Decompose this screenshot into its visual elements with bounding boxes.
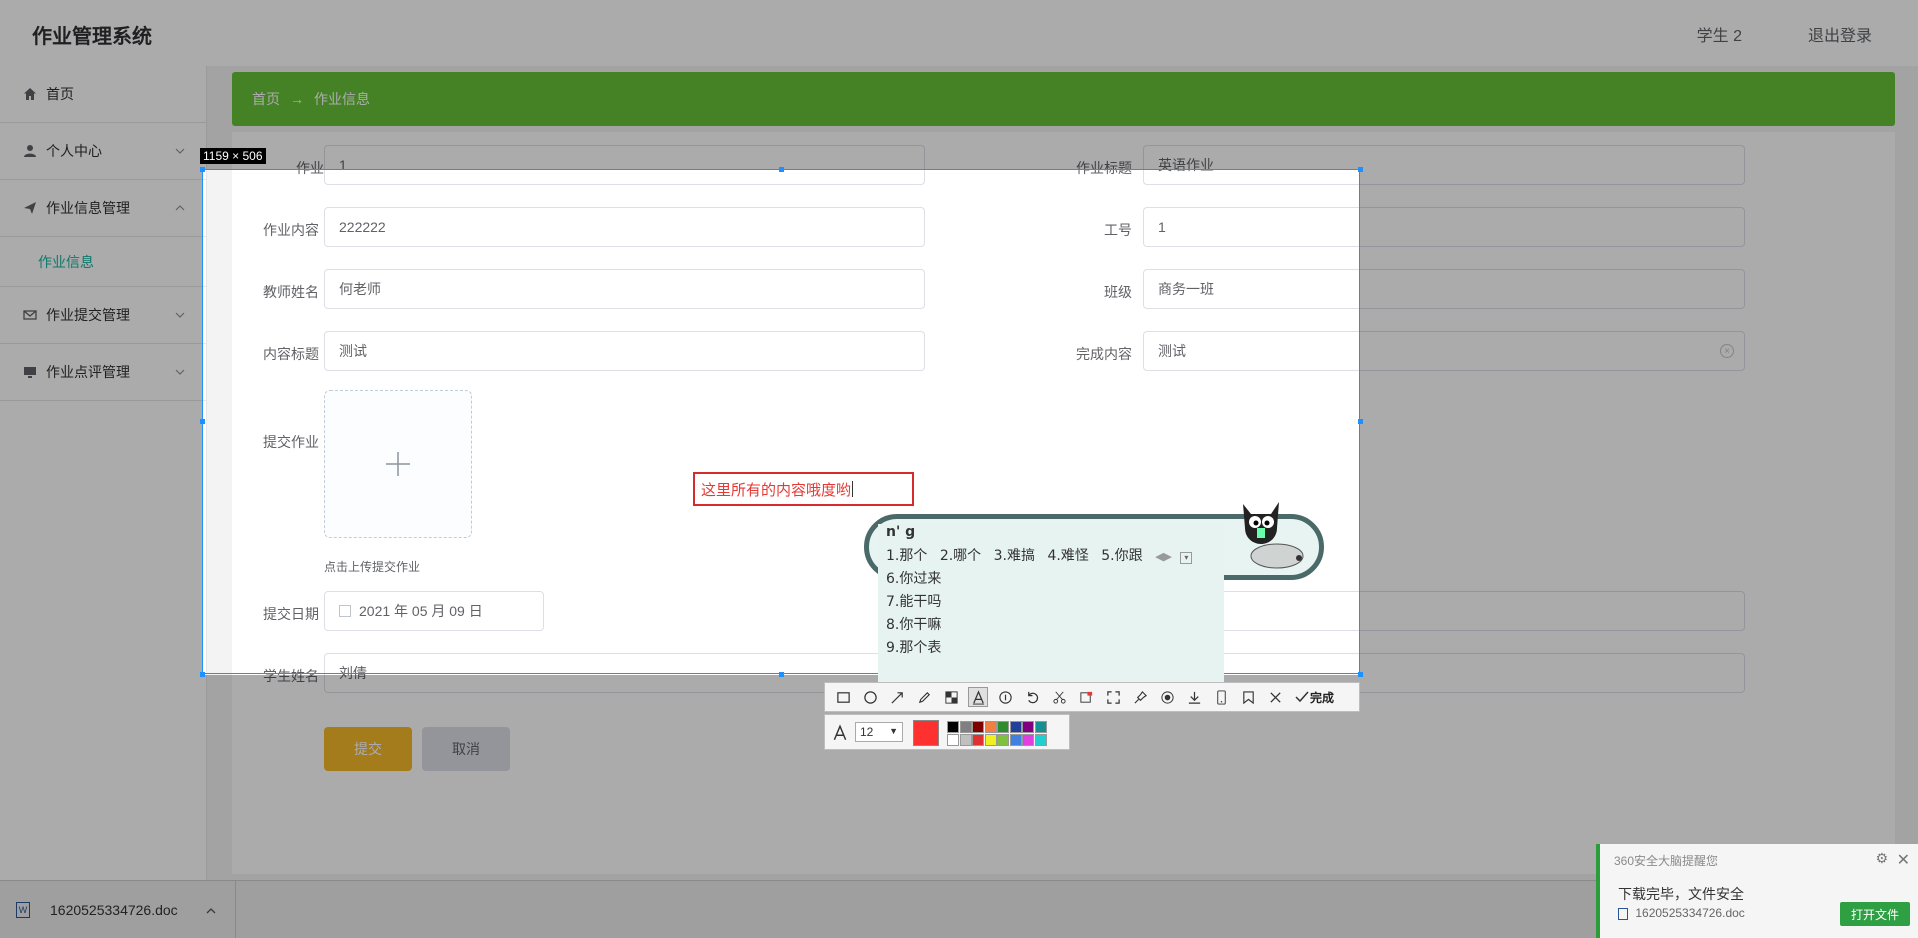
- ime-candidate[interactable]: 6.你过来: [886, 568, 941, 588]
- mosaic-tool-icon[interactable]: [941, 687, 961, 707]
- color-swatch[interactable]: [984, 734, 997, 746]
- ime-composition: n' g: [886, 524, 916, 540]
- done-label: 完成: [1310, 690, 1335, 705]
- color-swatch[interactable]: [972, 721, 984, 733]
- color-swatch[interactable]: [997, 734, 1009, 746]
- record-icon[interactable]: [1157, 687, 1177, 707]
- screenshot-toolbar: 完成: [824, 682, 1360, 712]
- color-swatch[interactable]: [947, 721, 959, 733]
- phone-icon[interactable]: [1211, 687, 1231, 707]
- color-swatch[interactable]: [1009, 734, 1022, 746]
- dim-overlay-top: [0, 0, 1918, 169]
- color-swatch[interactable]: [947, 734, 959, 746]
- ime-candidate-row: 1.那个 2.哪个 3.难搞 4.难怪 5.你跟 ◀▶ ▾: [886, 545, 1193, 565]
- text-style-toolbar: 12 ▼: [824, 714, 1070, 750]
- cancel-capture-icon[interactable]: [1265, 687, 1285, 707]
- color-swatch[interactable]: [1009, 721, 1022, 733]
- ime-candidate[interactable]: 5.你跟: [1101, 548, 1142, 564]
- ime-panel: n' g 1.那个 2.哪个 3.难搞 4.难怪 5.你跟 ◀▶ ▾ 6.你过来…: [878, 524, 1224, 700]
- scissors-icon[interactable]: [1049, 687, 1069, 707]
- pencil-tool-icon[interactable]: [914, 687, 934, 707]
- color-swatch[interactable]: [959, 721, 972, 733]
- ime-candidate[interactable]: 4.难怪: [1047, 548, 1088, 564]
- color-swatch[interactable]: [997, 721, 1009, 733]
- ime-mascot-icon: [1243, 502, 1304, 569]
- security-notification: 360安全大脑提醒您 ⚙ ✕ 下载完毕，文件安全 1620525334726.d…: [1596, 844, 1918, 938]
- gear-icon[interactable]: ⚙: [1875, 850, 1888, 867]
- resize-handle[interactable]: [1358, 672, 1363, 677]
- ime-candidate[interactable]: 8.你干嘛: [886, 614, 941, 634]
- ime-candidate[interactable]: 7.能干吗: [886, 591, 941, 611]
- number-tool-icon[interactable]: [995, 687, 1015, 707]
- resize-handle[interactable]: [1358, 419, 1363, 424]
- ime-expand-icon[interactable]: ▾: [1180, 552, 1193, 564]
- rectangle-tool-icon[interactable]: [833, 687, 853, 707]
- check-icon: [1295, 691, 1309, 703]
- notification-file[interactable]: 1620525334726.doc: [1618, 906, 1745, 920]
- color-swatch[interactable]: [959, 734, 972, 746]
- resize-handle[interactable]: [779, 167, 784, 172]
- download-icon[interactable]: [1184, 687, 1204, 707]
- resize-handle[interactable]: [200, 167, 205, 172]
- selection-size-label: 1159 × 506: [200, 148, 266, 164]
- ocr-icon[interactable]: [1076, 687, 1096, 707]
- arrow-tool-icon[interactable]: [887, 687, 907, 707]
- font-size-value: 12: [860, 725, 874, 739]
- dim-overlay-left: [0, 169, 202, 675]
- text-annotation-box[interactable]: 这里所有的内容哦度哟: [693, 472, 914, 506]
- close-icon[interactable]: ✕: [1897, 850, 1910, 870]
- color-swatch[interactable]: [1034, 721, 1047, 733]
- bookmark-icon[interactable]: [1238, 687, 1258, 707]
- ime-candidate[interactable]: 1.那个: [886, 548, 927, 564]
- ime-candidate[interactable]: 3.难搞: [994, 548, 1035, 564]
- ime-candidate-window: n' g 1.那个 2.哪个 3.难搞 4.难怪 5.你跟 ◀▶ ▾ 6.你过来…: [864, 502, 1326, 700]
- font-icon: [833, 724, 847, 741]
- color-swatch[interactable]: [984, 721, 997, 733]
- notification-filename: 1620525334726.doc: [1635, 906, 1745, 920]
- color-swatch[interactable]: [1022, 734, 1034, 746]
- notification-title: 360安全大脑提醒您: [1614, 854, 1719, 868]
- ime-candidate[interactable]: 2.哪个: [940, 548, 981, 564]
- current-color-swatch[interactable]: [913, 720, 939, 746]
- text-annotation-content: 这里所有的内容哦度哟: [701, 481, 852, 499]
- pin-icon[interactable]: [1130, 687, 1150, 707]
- dim-overlay-right: [1360, 169, 1918, 675]
- font-size-select[interactable]: 12 ▼: [855, 722, 903, 742]
- done-button[interactable]: 完成: [1294, 689, 1334, 706]
- text-tool-icon[interactable]: [968, 687, 988, 707]
- ime-candidate[interactable]: 9.那个表: [886, 637, 941, 657]
- resize-handle[interactable]: [200, 672, 205, 677]
- color-swatch[interactable]: [972, 734, 984, 746]
- notification-message: 下载完毕，文件安全: [1618, 886, 1744, 902]
- open-file-button[interactable]: 打开文件: [1840, 902, 1910, 926]
- dropdown-arrow-icon: ▼: [889, 726, 898, 736]
- resize-handle[interactable]: [200, 419, 205, 424]
- fullscreen-icon[interactable]: [1103, 687, 1123, 707]
- undo-icon[interactable]: [1022, 687, 1042, 707]
- text-cursor: [852, 481, 854, 497]
- color-swatch[interactable]: [1034, 734, 1047, 746]
- word-file-icon: [1618, 907, 1628, 920]
- color-swatch[interactable]: [1022, 721, 1034, 733]
- resize-handle[interactable]: [779, 672, 784, 677]
- ime-page-arrows-icon[interactable]: ◀▶: [1155, 550, 1172, 563]
- resize-handle[interactable]: [1358, 167, 1363, 172]
- ellipse-tool-icon[interactable]: [860, 687, 880, 707]
